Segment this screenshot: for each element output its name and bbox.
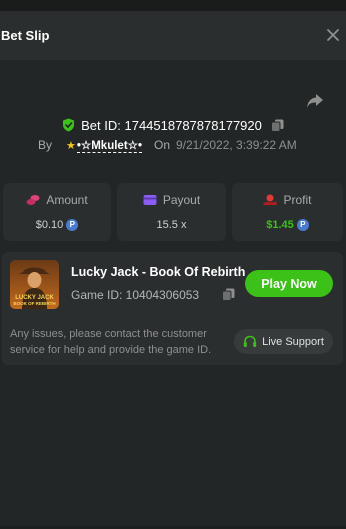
shield-check-icon <box>63 118 75 132</box>
modal-title: Bet Slip <box>1 28 50 43</box>
live-support-button[interactable]: Live Support <box>234 329 333 354</box>
amount-label: Amount <box>46 193 88 207</box>
coin-icon: P <box>296 219 309 231</box>
bet-id-row: Bet ID: 1744518787878177920 <box>0 116 346 134</box>
on-label: On <box>153 138 170 152</box>
profit-card: Profit $1.45 P <box>232 183 343 241</box>
coin-icon: P <box>66 219 79 231</box>
play-now-button[interactable]: Play Now <box>245 270 333 297</box>
support-help-text: Any issues, please contact the customer … <box>10 328 212 356</box>
amount-card: Amount $0.10 P <box>3 183 111 241</box>
top-strip <box>0 0 346 11</box>
game-thumbnail[interactable]: LUCKY JACK BOOK OF REBIRTH <box>10 260 59 309</box>
payout-card: Payout 15.5 x <box>117 183 226 241</box>
share-icon[interactable] <box>306 93 324 109</box>
game-name[interactable]: Lucky Jack - Book Of Rebirth <box>71 265 245 279</box>
payout-value: 15.5 x <box>156 219 187 231</box>
profit-label: Profit <box>283 193 312 207</box>
bet-id: Bet ID: 1744518787878177920 <box>81 117 262 133</box>
star-icon: ★ <box>66 139 76 152</box>
money-hand-icon <box>263 194 277 205</box>
close-icon[interactable] <box>325 27 341 43</box>
username-link[interactable]: •☆Mkulet☆• <box>76 138 142 153</box>
by-label: By <box>38 138 53 152</box>
profit-value: $1.45 <box>266 219 294 231</box>
wallet-icon <box>143 195 157 205</box>
live-support-label: Live Support <box>262 335 324 348</box>
payout-label: Payout <box>162 193 201 207</box>
bet-date: 9/21/2022, 3:39:22 AM <box>176 138 297 152</box>
game-card: LUCKY JACK BOOK OF REBIRTH Lucky Jack - … <box>2 252 343 365</box>
headset-icon <box>243 335 257 347</box>
copy-icon[interactable] <box>270 119 284 132</box>
game-id: Game ID: 10404306053 <box>71 288 200 302</box>
bet-slip-header: Bet Slip <box>0 11 346 60</box>
copy-icon[interactable] <box>222 288 235 301</box>
amount-value: $0.10 <box>35 219 64 231</box>
bet-meta-row: By ★ •☆Mkulet☆• On 9/21/2022, 3:39:22 AM <box>38 137 297 153</box>
coins-icon <box>26 195 40 205</box>
thumb-title-2: BOOK OF REBIRTH <box>13 301 55 306</box>
